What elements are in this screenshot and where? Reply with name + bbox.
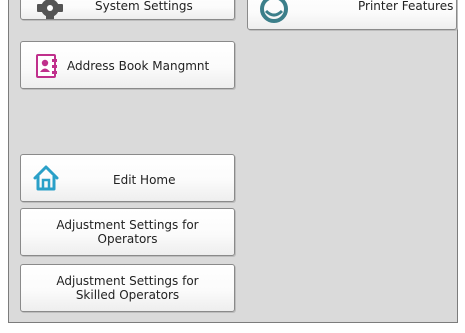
gear-icon	[35, 0, 65, 19]
home-icon	[32, 164, 60, 195]
address-book-button[interactable]: Address Book Mangmnt	[20, 41, 235, 89]
settings-panel: System Settings Printer Features Address…	[0, 0, 465, 333]
adjustment-operators-line2: Operators	[97, 232, 158, 246]
adjustment-settings-skilled-operators-button[interactable]: Adjustment Settings for Skilled Operator…	[20, 264, 235, 312]
address-book-icon	[35, 54, 59, 81]
printer-features-button[interactable]: Printer Features	[247, 0, 457, 30]
adjustment-operators-line1: Adjustment Settings for	[56, 218, 199, 232]
system-settings-button[interactable]: System Settings	[20, 0, 235, 20]
system-settings-label: System Settings	[95, 0, 193, 13]
adjustment-settings-operators-button[interactable]: Adjustment Settings for Operators	[20, 208, 235, 256]
adjustment-skilled-line2: Skilled Operators	[75, 288, 180, 302]
address-book-label: Address Book Mangmnt	[67, 59, 210, 73]
edit-home-button[interactable]: Edit Home	[20, 154, 235, 202]
adjustment-skilled-line1: Adjustment Settings for	[56, 274, 199, 288]
printer-features-icon	[258, 0, 290, 28]
printer-features-label: Printer Features	[358, 0, 454, 13]
edit-home-label: Edit Home	[113, 173, 176, 187]
